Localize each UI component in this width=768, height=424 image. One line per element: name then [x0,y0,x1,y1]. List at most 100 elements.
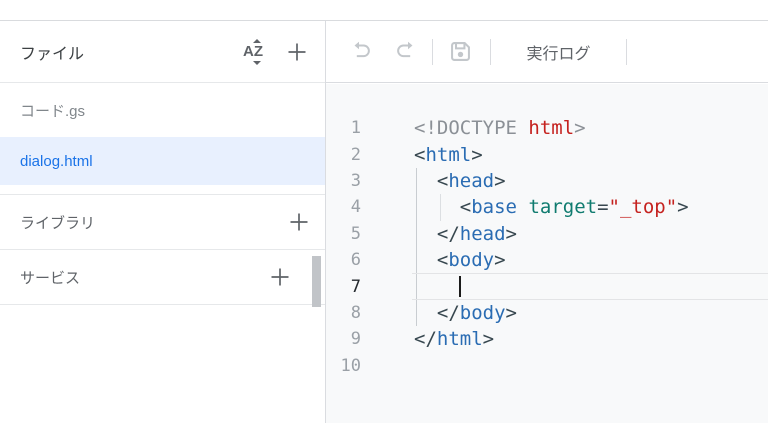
code-token: > [494,169,506,192]
code-token: html [436,328,483,351]
file-list: コード.gs dialog.html [0,83,325,195]
plus-icon [288,43,306,60]
toolbar-divider [432,38,433,65]
code-line[interactable]: 3 <head> [326,168,768,194]
add-service-button[interactable] [268,265,292,289]
line-number[interactable]: 6 [326,250,361,270]
code-token: </ [436,222,460,245]
libraries-section: ライブラリ [0,195,325,250]
line-number[interactable]: 10 [326,356,361,376]
line-number[interactable]: 4 [326,197,361,217]
code-line[interactable]: 1 <!DOCTYPE html> [326,115,768,141]
code-text: </head> [414,223,517,245]
save-icon [451,42,470,61]
file-name: コード.gs [20,102,86,120]
code-token: head [448,169,495,192]
files-header: ファイル AZ [0,21,325,83]
code-token: > [494,249,506,272]
top-strip [0,0,768,21]
code-token: body [448,249,495,272]
line-number[interactable]: 9 [326,329,361,349]
code-text [414,276,460,298]
plus-icon [271,268,289,286]
services-section: サービス [0,250,325,305]
line-number[interactable]: 1 [326,118,361,138]
line-number[interactable]: 3 [326,171,361,191]
sort-down-arrow-icon [253,60,261,65]
add-file-button[interactable] [285,40,309,64]
text-cursor [459,276,461,297]
apps-script-editor-window: ファイル AZ コード.gs dialog.html ライブラリ サービス 実行… [0,0,768,424]
code-text: </html> [414,328,494,350]
code-line[interactable]: 8 </body> [326,300,768,326]
services-label: サービス [20,269,81,287]
code-token: = [597,196,609,219]
code-line[interactable]: 9 </html> [326,326,768,352]
code-token: base [471,196,517,219]
code-line[interactable]: 7 [326,273,768,299]
code-token: <!DOCTYPE [414,117,529,140]
code-token: body [459,301,506,324]
code-token: < [436,249,449,272]
code-editor[interactable]: 1 <!DOCTYPE html> 2 <html> 3 <head> 4 <base t… [326,84,768,423]
code-token: < [459,196,472,219]
code-line[interactable]: 10 [326,353,768,379]
code-token: html [528,117,575,140]
code-line[interactable]: 4 <base target="_top"> [326,194,768,220]
undo-icon [354,41,370,58]
code-token: > [677,196,689,219]
code-text: <base target="_top"> [414,196,689,218]
code-text: <!DOCTYPE html> [414,117,586,139]
files-panel-title: ファイル [20,45,85,63]
sidebar-scrollbar-thumb[interactable] [312,256,321,307]
code-token: > [471,143,483,166]
code-token: </ [414,328,437,351]
editor-toolbar: 実行ログ [326,21,768,83]
files-sidebar: ファイル AZ コード.gs dialog.html ライブラリ サービス [0,21,326,423]
libraries-label: ライブラリ [20,214,96,232]
sort-up-arrow-icon [253,38,261,43]
code-line[interactable]: 2 <html> [326,141,768,167]
code-token: > [574,117,586,140]
code-lines: 1 <!DOCTYPE html> 2 <html> 3 <head> 4 <base t… [326,115,768,379]
code-text: <head> [414,170,506,192]
file-name: dialog.html [20,152,93,170]
code-token: html [425,143,472,166]
code-token: "_top" [608,196,678,219]
code-line[interactable]: 6 <body> [326,247,768,273]
redo-icon [397,41,413,58]
code-token: > [505,301,517,324]
run-log-button[interactable]: 実行ログ [491,32,626,72]
file-item-code-gs[interactable]: コード.gs [0,83,325,137]
code-line[interactable]: 5 </head> [326,221,768,247]
file-item-dialog-html[interactable]: dialog.html [0,137,325,185]
az-letters: AZ [243,43,263,60]
redo-button[interactable] [393,39,418,64]
toolbar-divider [626,38,627,65]
code-text: <html> [414,144,483,166]
sort-files-az-icon[interactable]: AZ [237,38,269,66]
add-library-button[interactable] [287,210,311,234]
undo-button[interactable] [349,39,374,64]
line-number[interactable]: 7 [326,277,361,297]
code-text: <body> [414,249,506,271]
save-button[interactable] [447,38,474,65]
code-token: target [528,196,598,219]
code-token: < [436,169,449,192]
code-text: </body> [414,302,517,324]
code-token: > [505,222,517,245]
line-number[interactable]: 5 [326,224,361,244]
line-number[interactable]: 8 [326,303,361,323]
code-token: > [482,328,495,351]
line-number[interactable]: 2 [326,145,361,165]
code-token: head [459,222,506,245]
plus-icon [290,213,308,231]
editor-panel: 実行ログ 1 <!DOCTYPE html> 2 <html> 3 <head> 4 <b… [326,21,768,423]
